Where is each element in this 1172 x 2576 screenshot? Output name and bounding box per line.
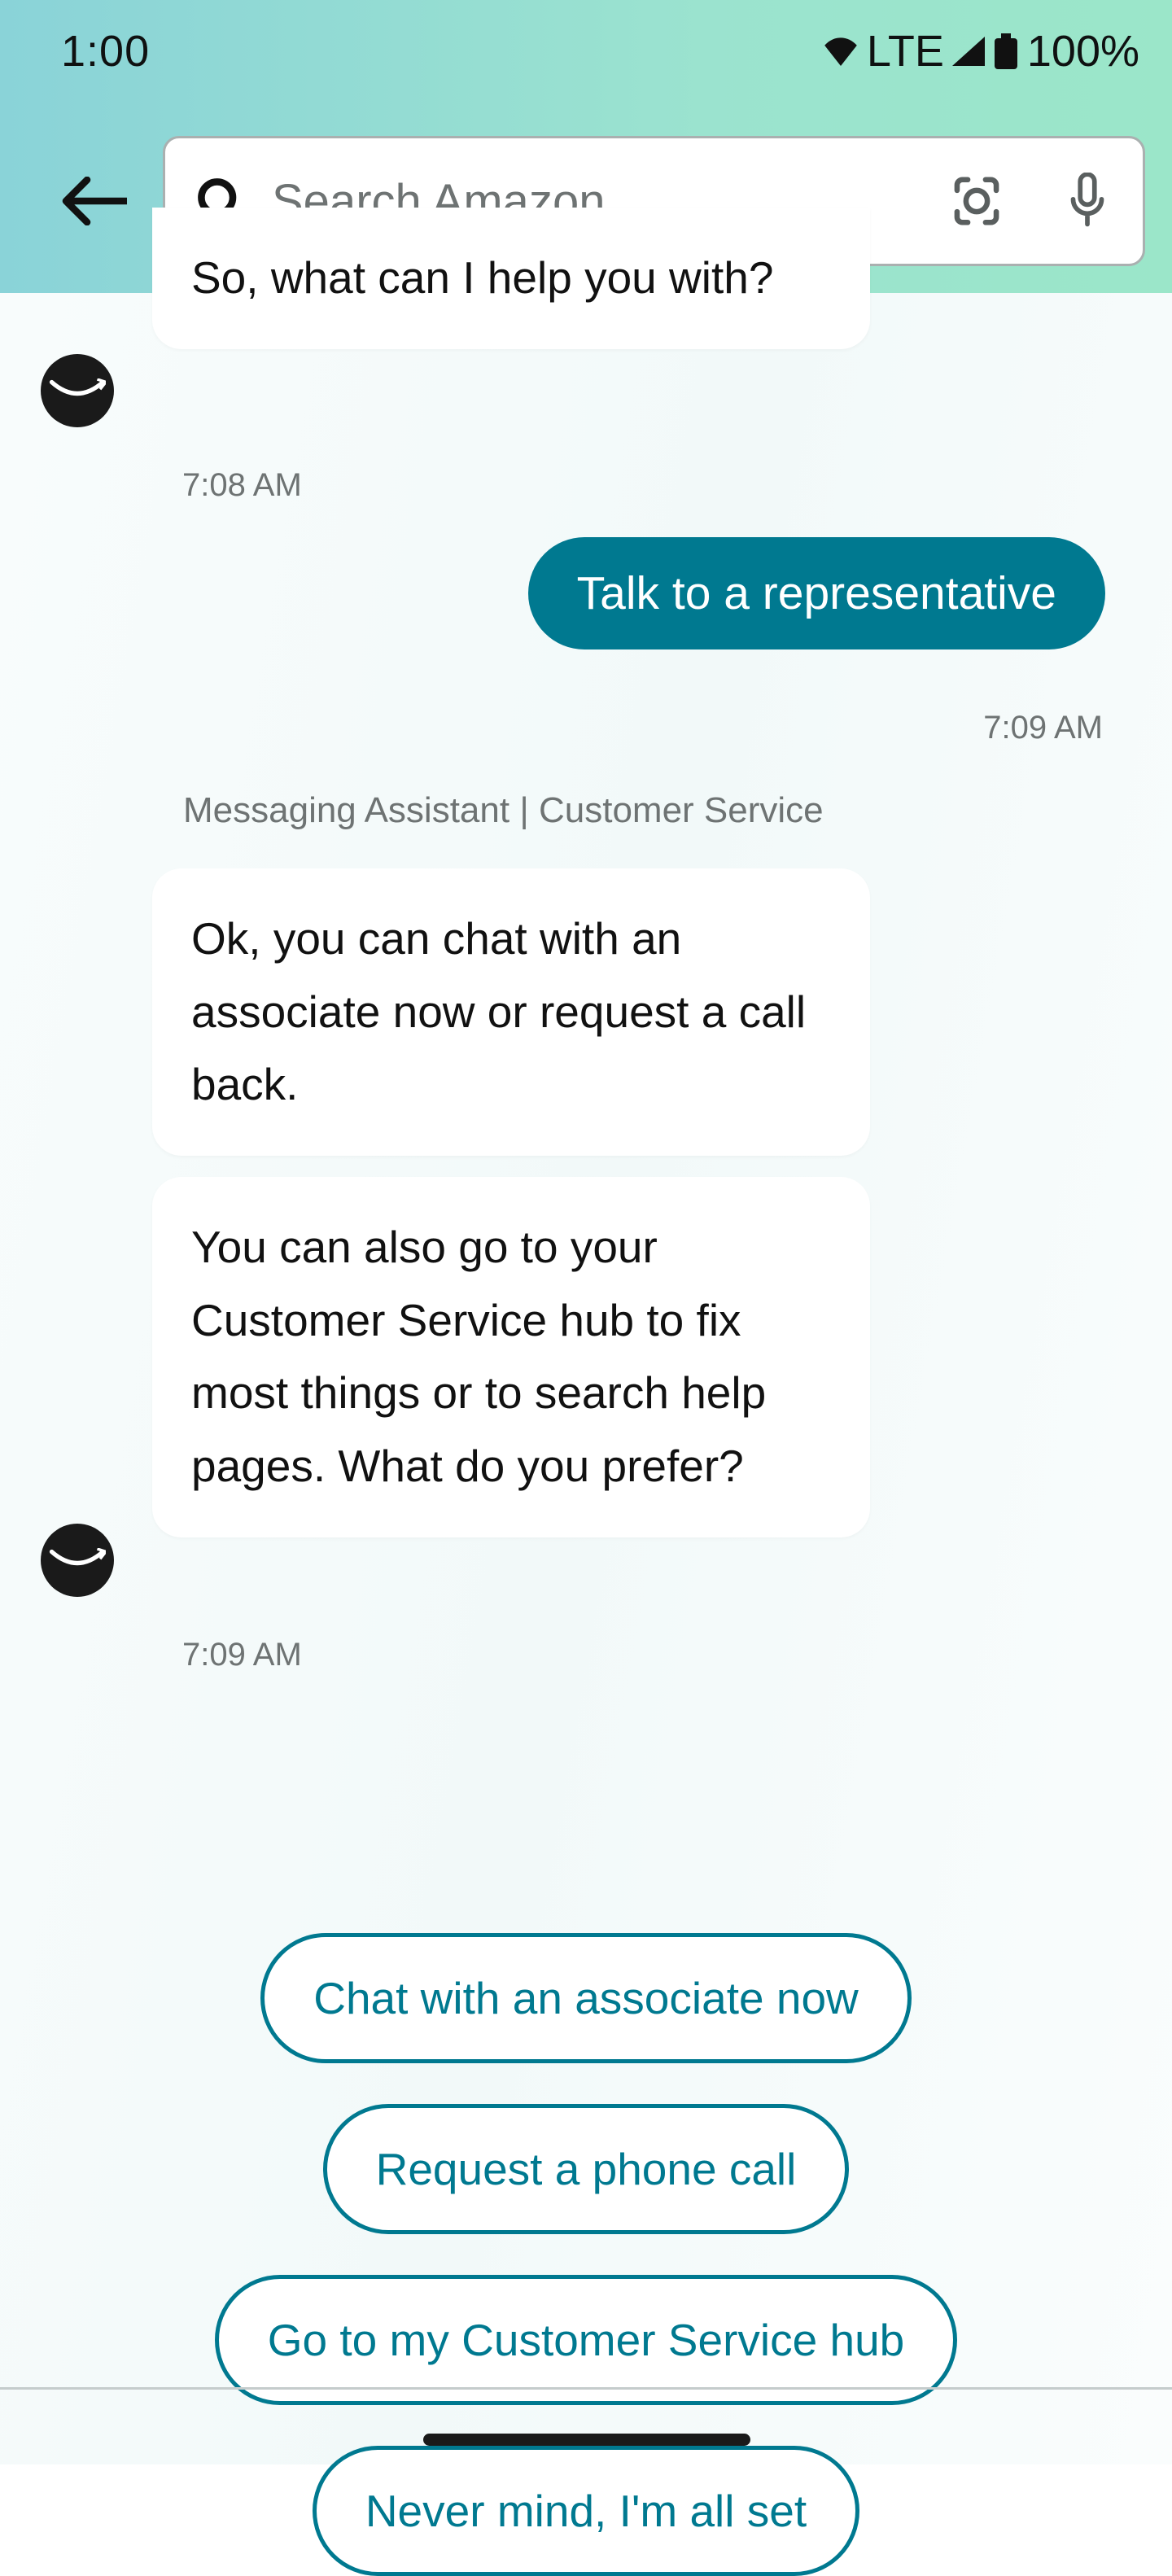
assistant-avatar [41, 1524, 114, 1597]
option-customer-hub[interactable]: Go to my Customer Service hub [215, 2275, 958, 2405]
network-label: LTE [867, 26, 944, 77]
status-right: LTE 100% [823, 26, 1139, 77]
assistant-label: Messaging Assistant | Customer Service [183, 790, 824, 831]
signal-icon [952, 37, 985, 66]
status-time: 1:00 [61, 26, 150, 77]
message-text: Talk to a representative [577, 566, 1056, 620]
chat-area[interactable]: So, what can I help you with? 7:08 AM Ta… [0, 293, 1172, 2464]
message-text: You can also go to your Customer Service… [191, 1211, 831, 1503]
mic-icon[interactable] [1056, 170, 1118, 232]
assistant-message-2: Ok, you can chat with an associate now o… [152, 868, 870, 1156]
lens-icon[interactable] [946, 170, 1008, 232]
timestamp-2: 7:09 AM [182, 1637, 302, 1673]
battery-percent: 100% [1027, 26, 1139, 77]
option-never-mind[interactable]: Never mind, I'm all set [313, 2446, 859, 2576]
home-indicator[interactable] [423, 2434, 750, 2446]
assistant-message-3: You can also go to your Customer Service… [152, 1177, 870, 1537]
assistant-avatar [41, 354, 114, 427]
wifi-icon [823, 37, 859, 66]
user-message: Talk to a representative [528, 537, 1105, 649]
option-request-call[interactable]: Request a phone call [323, 2104, 850, 2234]
timestamp-user: 7:09 AM [983, 710, 1103, 746]
message-text: So, what can I help you with? [191, 242, 831, 315]
assistant-message-1: So, what can I help you with? [152, 208, 870, 349]
divider [0, 2387, 1172, 2390]
battery-icon [993, 33, 1019, 69]
timestamp-1: 7:08 AM [182, 467, 302, 504]
back-button[interactable] [24, 160, 163, 242]
message-text: Ok, you can chat with an associate now o… [191, 903, 831, 1122]
option-chat-associate[interactable]: Chat with an associate now [260, 1933, 912, 2063]
status-bar: 1:00 LTE 100% [0, 0, 1172, 102]
